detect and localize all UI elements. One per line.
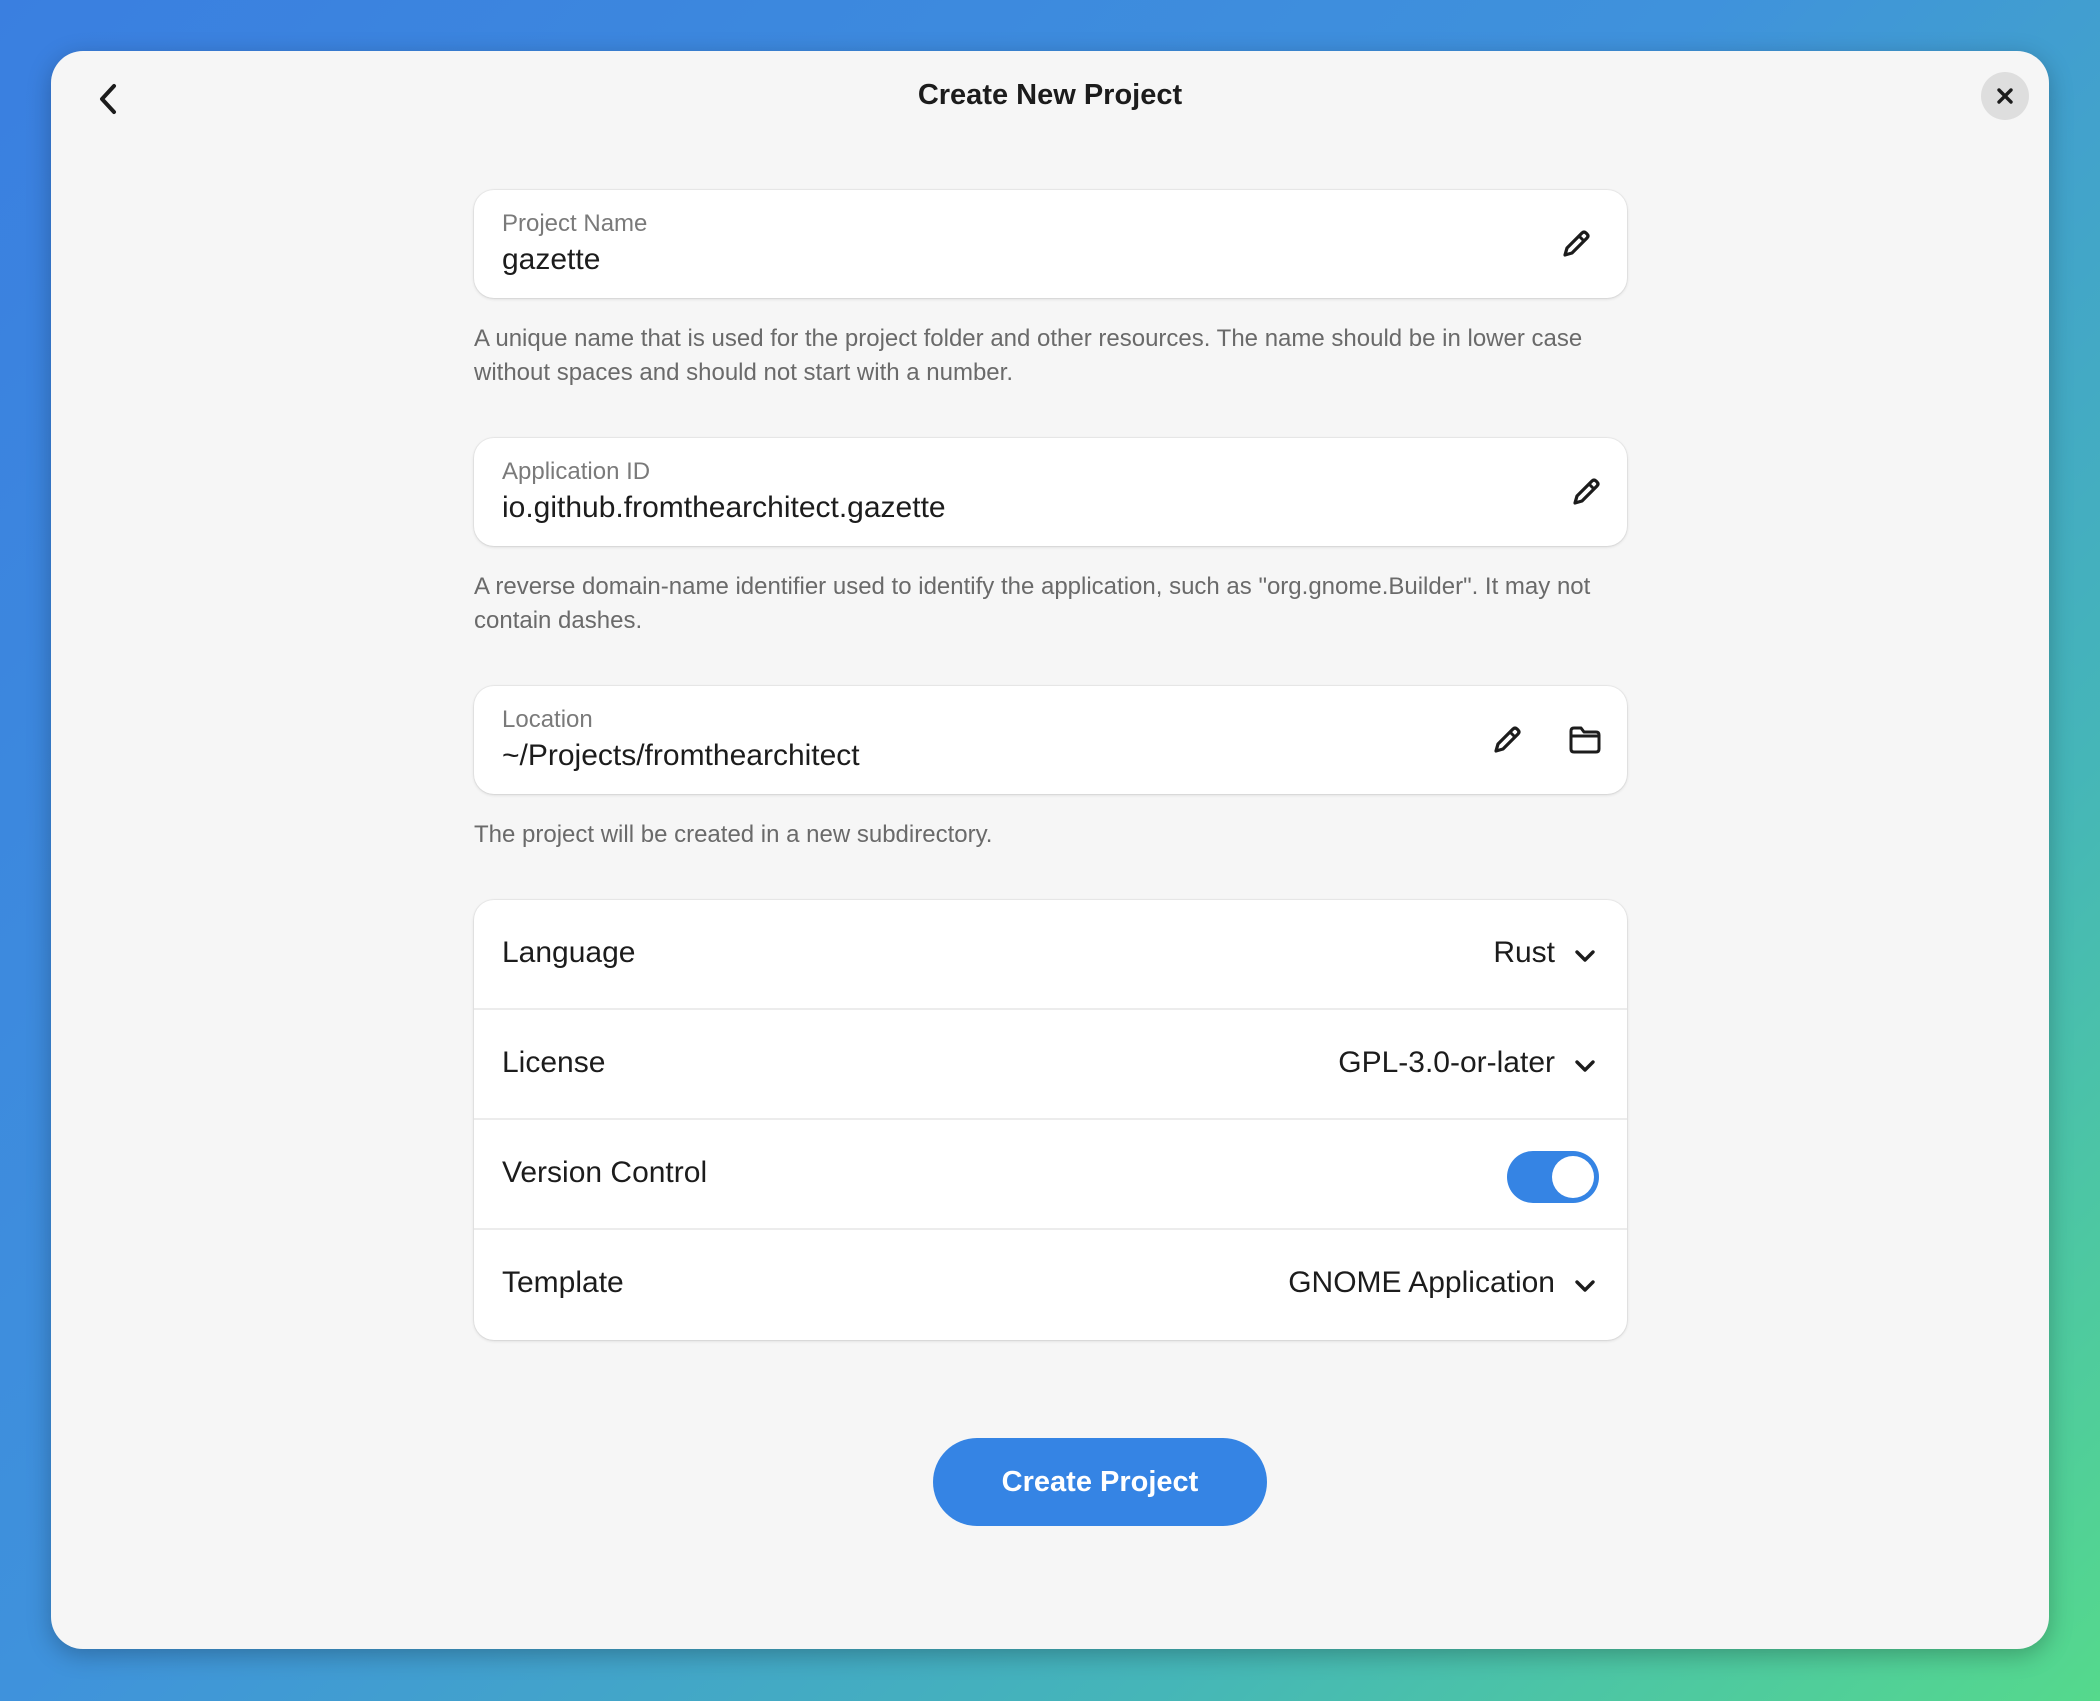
application-id-field[interactable]: Application ID io.github.fromthearchitec…: [474, 438, 1627, 546]
close-button[interactable]: [1981, 72, 2029, 120]
template-row[interactable]: Template GNOME Application: [474, 1230, 1627, 1340]
application-id-hint: A reverse domain-name identifier used to…: [474, 573, 1591, 634]
license-value[interactable]: GPL-3.0-or-later: [1338, 1046, 1555, 1080]
project-name-edit-button[interactable]: [1555, 223, 1597, 265]
application-id-input[interactable]: io.github.fromthearchitect.gazette: [502, 491, 946, 525]
application-id-edit-button[interactable]: [1565, 471, 1607, 513]
version-control-label: Version Control: [502, 1156, 708, 1189]
template-value[interactable]: GNOME Application: [1288, 1266, 1555, 1300]
location-field[interactable]: Location ~/Projects/fromthearchitect: [474, 686, 1627, 794]
language-label: Language: [502, 936, 636, 969]
pencil-icon: [1494, 726, 1521, 753]
template-label: Template: [502, 1266, 624, 1299]
project-name-hint: A unique name that is used for the proje…: [474, 325, 1583, 386]
dialog-window: Create New Project Project Name gazette …: [51, 51, 2049, 1649]
version-control-switch[interactable]: [1507, 1151, 1599, 1203]
folder-icon: [1569, 726, 1601, 754]
location-edit-button[interactable]: [1486, 719, 1528, 761]
form-content: Project Name gazette A unique name that …: [474, 190, 1627, 1340]
project-name-input[interactable]: gazette: [502, 243, 600, 277]
dialog-title: Create New Project: [917, 79, 1183, 111]
language-row[interactable]: Language Rust: [474, 900, 1627, 1010]
license-row[interactable]: License GPL-3.0-or-later: [474, 1010, 1627, 1120]
location-hint: The project will be created in a new sub…: [474, 821, 993, 848]
location-label: Location: [502, 706, 593, 733]
pencil-icon: [1563, 230, 1590, 257]
chevron-down-icon[interactable]: [1573, 1054, 1597, 1078]
version-control-row[interactable]: Version Control: [474, 1120, 1627, 1230]
license-label: License: [502, 1046, 606, 1079]
location-browse-button[interactable]: [1564, 719, 1606, 761]
close-icon: [1997, 88, 2013, 104]
create-project-button[interactable]: Create Project: [933, 1438, 1267, 1526]
pencil-icon: [1573, 478, 1600, 505]
header-bar: Create New Project: [51, 51, 2049, 141]
language-value[interactable]: Rust: [1493, 936, 1555, 970]
project-name-field[interactable]: Project Name gazette: [474, 190, 1627, 298]
application-id-label: Application ID: [502, 458, 651, 485]
chevron-down-icon[interactable]: [1573, 1274, 1597, 1298]
options-list: Language Rust License GPL-3.0-or-later V…: [474, 900, 1627, 1340]
switch-knob: [1552, 1156, 1594, 1198]
chevron-down-icon[interactable]: [1573, 944, 1597, 968]
project-name-label: Project Name: [502, 210, 648, 237]
location-input[interactable]: ~/Projects/fromthearchitect: [502, 739, 860, 773]
